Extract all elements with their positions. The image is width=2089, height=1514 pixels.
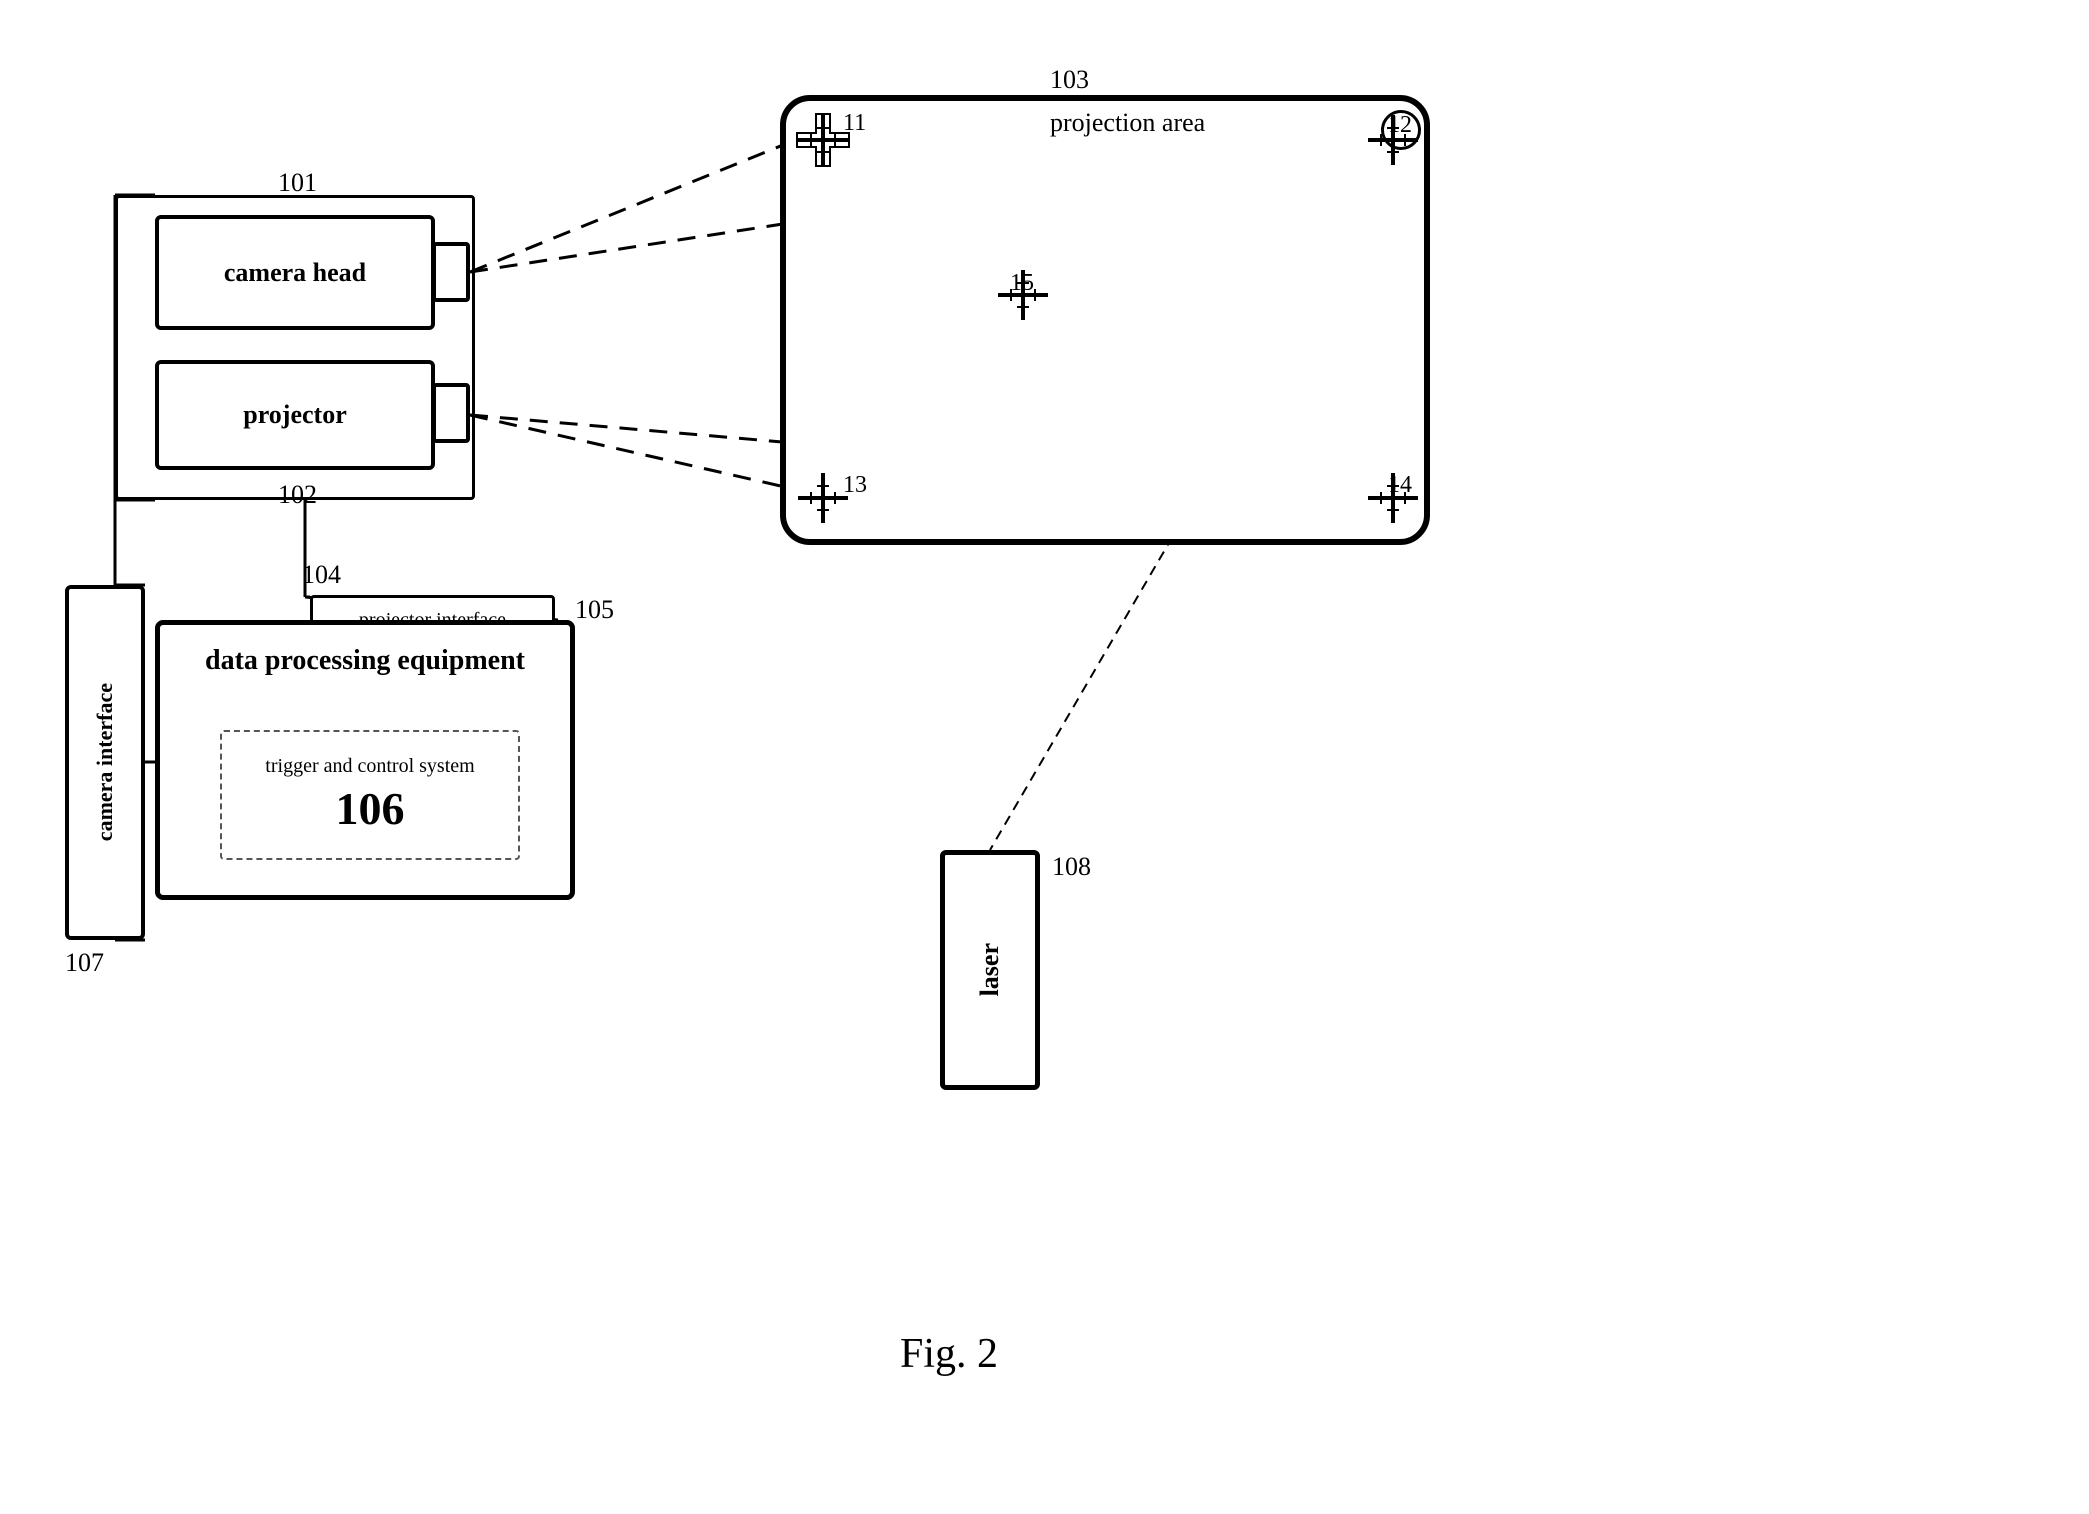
trigger-box: trigger and control system 106	[220, 730, 520, 860]
label-11: 11	[843, 110, 866, 137]
label-13: 13	[843, 472, 867, 499]
projector-lens	[432, 383, 470, 443]
laser-box: laser	[940, 850, 1040, 1090]
projection-area-label: projection area	[1050, 108, 1205, 138]
camera-head-label: camera head	[224, 258, 366, 288]
camera-head-box: camera head	[155, 215, 435, 330]
label-108: 108	[1052, 852, 1091, 882]
label-14: 14	[1388, 472, 1412, 499]
trigger-label: trigger and control system	[255, 755, 484, 778]
camera-head-lens	[432, 242, 470, 302]
diagram-container: 101 camera head projector 102 104 projec…	[0, 0, 2089, 1514]
label-104: 104	[302, 560, 341, 590]
label-107: 107	[65, 948, 104, 978]
fig-label: Fig. 2	[900, 1330, 998, 1378]
projector-label: projector	[243, 400, 346, 430]
trigger-number: 106	[336, 782, 405, 835]
projection-area-box	[780, 95, 1430, 545]
label-102: 102	[278, 480, 317, 510]
camera-interface-label: camera interface	[92, 683, 118, 841]
label-105: 105	[575, 595, 614, 625]
laser-label: laser	[975, 943, 1005, 996]
camera-interface-box: camera interface	[65, 585, 145, 940]
dpe-label: data processing equipment	[160, 645, 570, 677]
label-101: 101	[278, 168, 317, 198]
label-12: 12	[1388, 112, 1412, 139]
projector-box: projector	[155, 360, 435, 470]
label-15: 15	[1010, 270, 1034, 297]
label-103: 103	[1050, 65, 1089, 95]
